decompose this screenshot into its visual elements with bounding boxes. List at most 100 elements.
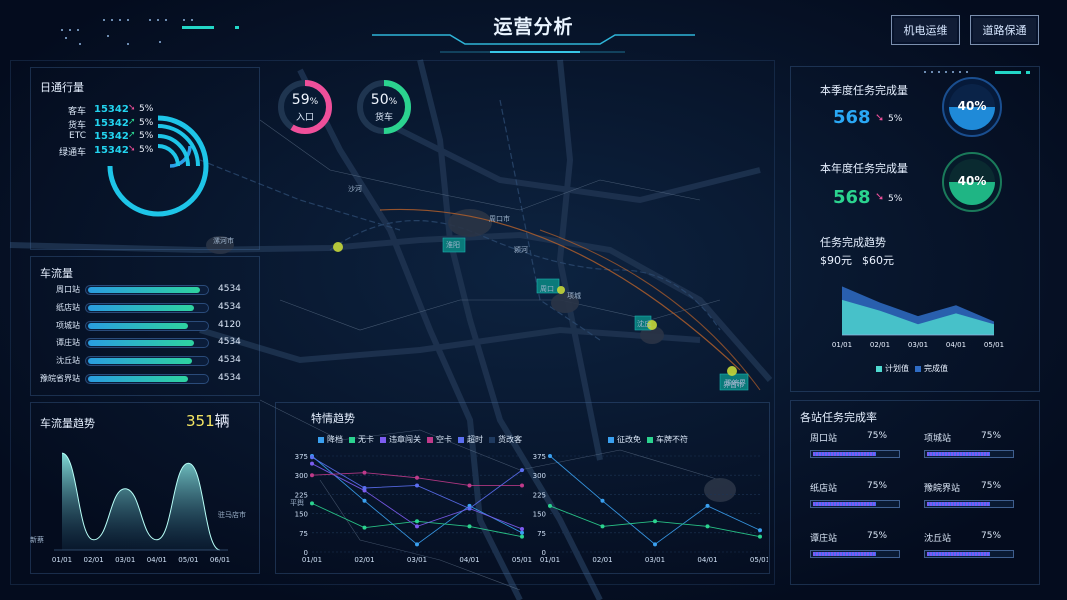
station-rate-track [810, 500, 900, 508]
year-down-icon: ➘ [875, 190, 885, 203]
ytick: 300 [533, 472, 546, 480]
legend-item[interactable]: 货改客 [489, 434, 522, 445]
legend-item[interactable]: 征改免 [608, 434, 641, 445]
map-place-label: 豫皖界 [725, 379, 746, 387]
legend-swatch [876, 365, 882, 372]
ring-label: 货车 [374, 113, 393, 123]
series-point[interactable] [520, 526, 524, 531]
series-point[interactable] [705, 503, 710, 508]
series-point[interactable] [362, 470, 367, 475]
flow-bar-track [85, 338, 209, 349]
station-rate-name: 豫皖界站 [924, 484, 961, 494]
station-rate-name: 沈丘站 [924, 534, 952, 544]
flow-station-value: 4120 [218, 319, 241, 330]
series-point[interactable] [362, 498, 367, 503]
series-point[interactable] [310, 501, 314, 506]
station-rate-fill [813, 552, 876, 556]
legend-item[interactable]: 降档 [318, 434, 343, 445]
task-trend-val1: $90元 [820, 254, 852, 267]
series-point[interactable] [520, 468, 524, 473]
station-rate-track [924, 500, 1014, 508]
series-point[interactable] [415, 542, 419, 547]
map-place-label: 周口 [540, 285, 554, 293]
series-point[interactable] [600, 524, 605, 529]
series-point[interactable] [600, 498, 605, 503]
daily-row-label: 货车 [67, 120, 86, 131]
legend-item[interactable]: 车牌不符 [647, 434, 688, 445]
series-point[interactable] [653, 519, 657, 524]
series-point[interactable] [362, 525, 367, 530]
series-point[interactable] [310, 473, 314, 478]
map-place-label: 颍河 [514, 246, 528, 254]
station-rate-name: 纸店站 [810, 484, 838, 494]
legend-swatch [349, 436, 355, 443]
legend-item[interactable]: 违章闯关 [380, 434, 421, 445]
xtick: 02/01 [592, 556, 612, 564]
legend-item[interactable]: 无卡 [349, 434, 374, 445]
ring-unit: % [388, 97, 398, 107]
station-rate-pct: 75% [981, 431, 1002, 441]
ring-value: 50% [364, 92, 404, 108]
station-rate-track [924, 450, 1014, 458]
legend-swatch [380, 436, 386, 443]
legend-item[interactable]: 超时 [458, 434, 483, 445]
series-point[interactable] [548, 454, 552, 458]
flow-bar-track [85, 356, 209, 367]
flow-trend-xtick: 02/01 [84, 556, 104, 564]
series-point[interactable] [520, 530, 524, 535]
series-point[interactable] [520, 483, 524, 488]
series-point[interactable] [758, 534, 762, 539]
series-point[interactable] [362, 486, 367, 490]
ring-value: 59% [285, 92, 325, 108]
station-rate-name: 周口站 [810, 434, 838, 444]
flow-station-name: 谭庄站 [56, 338, 80, 348]
map-place-label: 沈丘 [637, 320, 651, 328]
map-place-label: 项城 [567, 292, 581, 300]
legend-item[interactable]: 完成值 [915, 364, 948, 373]
task-trend-val2: $60元 [862, 254, 894, 267]
flow-station-value: 4534 [218, 284, 241, 294]
xtick: 04/01 [459, 556, 479, 564]
series-point[interactable] [415, 483, 419, 488]
xtick: 01/01 [540, 556, 560, 564]
map-place-label: 平舆 [290, 499, 304, 507]
series-point[interactable] [467, 524, 472, 529]
flow-bar-track [85, 285, 209, 295]
special-trend-title: 特情趋势 [311, 412, 355, 425]
series-point[interactable] [653, 542, 657, 547]
series-point[interactable] [415, 519, 419, 524]
flow-station-value: 4534 [218, 301, 241, 312]
series-point[interactable] [467, 506, 472, 511]
station-rate-fill [813, 502, 876, 506]
series-point[interactable] [310, 455, 314, 460]
series-point[interactable] [415, 524, 419, 529]
map-place-label: 新蔡 [30, 536, 44, 544]
station-rate-track [810, 550, 900, 558]
road-guarantee-button[interactable]: 道路保通 [970, 15, 1039, 45]
map-place-label: 周口市 [489, 215, 510, 223]
series-point[interactable] [415, 475, 419, 480]
task-trend-legend: 计划值 完成值 [876, 363, 954, 374]
series-point[interactable] [310, 461, 314, 466]
series-point[interactable] [467, 483, 472, 488]
legend-item[interactable]: 计划值 [876, 364, 909, 373]
flow-trend-area [62, 453, 220, 550]
flow-bar-track [85, 302, 209, 313]
flow-trend-total: 351辆 [186, 410, 230, 431]
series-point[interactable] [520, 534, 524, 539]
task-trend-chart: 01/01 02/01 03/01 04/01 05/01 [832, 286, 1004, 349]
mechanical-maintenance-button[interactable]: 机电运维 [891, 15, 960, 45]
series-point[interactable] [758, 528, 762, 533]
legend-item[interactable]: 空卡 [427, 434, 452, 445]
ring-number: 50 [370, 92, 389, 108]
series-point[interactable] [705, 524, 710, 529]
station-rate-track [810, 450, 900, 458]
xtick: 01/01 [302, 556, 322, 564]
series-point[interactable] [548, 503, 552, 508]
ytick: 150 [295, 511, 308, 519]
daily-traffic-title: 日通行量 [40, 81, 84, 94]
station-rate-name: 谭庄站 [810, 534, 838, 544]
station-rate-fill [927, 452, 990, 456]
ytick: 75 [299, 530, 308, 538]
flow-station-name: 项城站 [56, 320, 80, 330]
